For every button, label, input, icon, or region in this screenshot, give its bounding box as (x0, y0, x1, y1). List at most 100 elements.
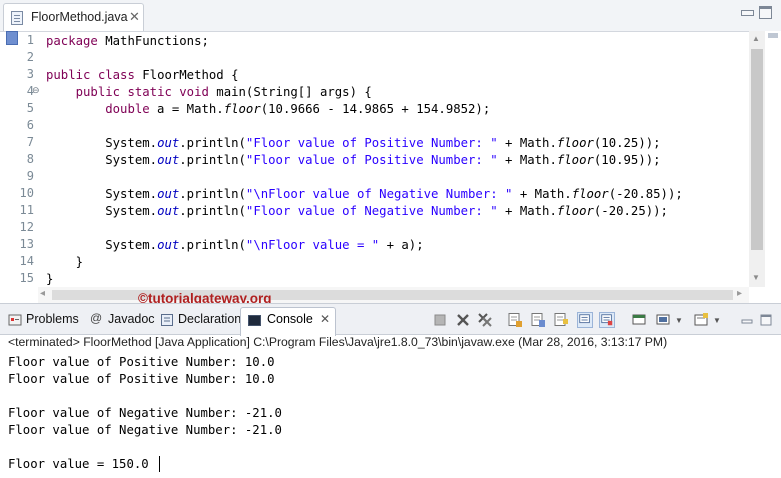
close-icon[interactable]: ✕ (129, 9, 140, 25)
overview-marker (768, 33, 778, 38)
line-number: 15 (19, 271, 34, 285)
annotation-ruler[interactable] (4, 31, 18, 291)
code-token: System. (46, 153, 158, 167)
console-icon (248, 315, 261, 326)
scroll-up-icon[interactable]: ▲ (752, 34, 760, 43)
console-output-line: Floor value of Negative Number: -21.0 (8, 423, 282, 437)
clear-console-icon[interactable] (507, 312, 523, 328)
line-number: 14 (19, 254, 34, 268)
code-token: + Math. (497, 136, 557, 150)
tab-declaration[interactable]: Declaration (160, 310, 241, 332)
code-line[interactable]: System.out.println("Floor value of Posit… (46, 152, 661, 169)
display-console-icon[interactable] (599, 312, 615, 328)
java-file-icon (11, 11, 23, 25)
maximize-view-icon[interactable] (758, 312, 774, 328)
code-line[interactable]: System.out.println("Floor value of Posit… (46, 135, 661, 152)
editor-tab-label: FloorMethod.java (31, 10, 128, 24)
open-console-dropdown-icon[interactable]: ▼ (713, 316, 729, 332)
code-line[interactable]: public class FloorMethod { (46, 67, 239, 84)
method-token: floor (571, 187, 609, 201)
code-token: + a); (379, 238, 424, 252)
code-token: (10.25)); (593, 136, 661, 150)
code-line[interactable]: public static void main(String[] args) { (46, 84, 372, 101)
fold-toggle-icon[interactable]: ⊖ (32, 86, 40, 96)
code-token: main(String[] args) { (208, 85, 372, 99)
string-token: "\nFloor value of Negative Number: " (245, 187, 513, 201)
line-number: 13 (19, 237, 34, 251)
string-token: "Floor value of Positive Number: " (245, 153, 498, 167)
code-token: a = Math. (149, 102, 224, 116)
field-token: out (157, 136, 180, 150)
code-line[interactable]: package MathFunctions; (46, 33, 209, 50)
current-line-marker (6, 31, 18, 45)
keyword-token: void (179, 85, 209, 99)
console-tab-bar: Problems @ Javadoc Declaration Console ✕ (0, 303, 781, 336)
method-token: floor (223, 102, 261, 116)
code-line[interactable]: System.out.println("\nFloor value of Neg… (46, 186, 683, 203)
tab-problems[interactable]: Problems (8, 310, 83, 332)
javadoc-icon: @ (90, 311, 103, 325)
terminate-icon[interactable] (432, 312, 448, 328)
chevron-down-icon[interactable]: ▼ (675, 316, 691, 332)
code-token: .println( (179, 153, 246, 167)
tab-problems-label: Problems (26, 312, 79, 326)
tab-javadoc-label: Javadoc (108, 312, 155, 326)
line-number: 8 (26, 152, 34, 166)
code-line[interactable]: System.out.println("Floor value of Negat… (46, 203, 668, 220)
code-token: System. (46, 204, 158, 218)
remove-all-icon[interactable] (477, 312, 493, 328)
scroll-down-icon[interactable]: ▼ (752, 273, 760, 282)
code-token: (-20.25)); (593, 204, 668, 218)
line-number: 3 (26, 67, 34, 81)
pin-console-icon[interactable] (577, 312, 593, 328)
vertical-scrollbar[interactable]: ▲ ▼ (749, 31, 765, 287)
problems-icon (8, 314, 22, 326)
scroll-lock-icon[interactable] (530, 312, 546, 328)
word-wrap-icon[interactable] (553, 312, 569, 328)
code-token: FloorMethod { (134, 68, 239, 82)
string-token: "Floor value of Negative Number: " (245, 204, 498, 218)
minimize-view-icon[interactable] (739, 312, 755, 328)
line-number: 12 (19, 220, 34, 234)
close-console-icon[interactable]: ✕ (320, 312, 330, 326)
keyword-token: double (105, 102, 150, 116)
tab-console-label: Console (267, 312, 313, 326)
code-token: } (46, 272, 54, 286)
field-token: out (157, 238, 180, 252)
code-token: (10.9666 - 14.9865 + 154.9852); (260, 102, 491, 116)
console-status-line: <terminated> FloorMethod [Java Applicati… (8, 335, 668, 349)
code-line[interactable]: System.out.println("\nFloor value = " + … (46, 237, 424, 254)
code-line[interactable]: double a = Math.floor(10.9666 - 14.9865 … (46, 101, 490, 118)
scrollbar-thumb[interactable] (751, 49, 763, 250)
console-output-line: Floor value = 150.0 (8, 457, 149, 471)
field-token: out (157, 204, 180, 218)
monitor-console-icon[interactable] (655, 312, 671, 328)
keyword-token: public (75, 85, 121, 99)
method-token: floor (556, 204, 594, 218)
code-token: (10.95)); (593, 153, 661, 167)
pin-icon[interactable] (631, 312, 647, 328)
code-area[interactable]: package MathFunctions; public class Floor… (46, 31, 746, 291)
open-console-icon[interactable] (693, 312, 709, 328)
code-token: System. (46, 187, 158, 201)
tab-javadoc[interactable]: @ Javadoc (90, 310, 155, 332)
string-token: "Floor value of Positive Number: " (245, 136, 498, 150)
scroll-right-icon[interactable]: ▸ (737, 288, 742, 299)
minimize-icon[interactable] (741, 10, 754, 16)
code-line[interactable]: } (46, 271, 53, 288)
code-line[interactable]: } (46, 254, 83, 271)
declaration-icon (161, 314, 173, 326)
field-token: out (157, 153, 180, 167)
maximize-icon[interactable] (759, 6, 772, 19)
console-output-line: Floor value of Positive Number: 10.0 (8, 372, 275, 386)
editor-tab-floormethod[interactable]: FloorMethod.java ✕ (3, 3, 144, 31)
tab-console[interactable]: Console ✕ (240, 307, 336, 336)
scroll-left-icon[interactable]: ◂ (40, 288, 45, 299)
remove-launch-icon[interactable] (455, 312, 471, 328)
line-number: 10 (19, 186, 34, 200)
code-token: (-20.85)); (608, 187, 683, 201)
overview-ruler[interactable] (765, 31, 781, 287)
line-number: 11 (19, 203, 34, 217)
